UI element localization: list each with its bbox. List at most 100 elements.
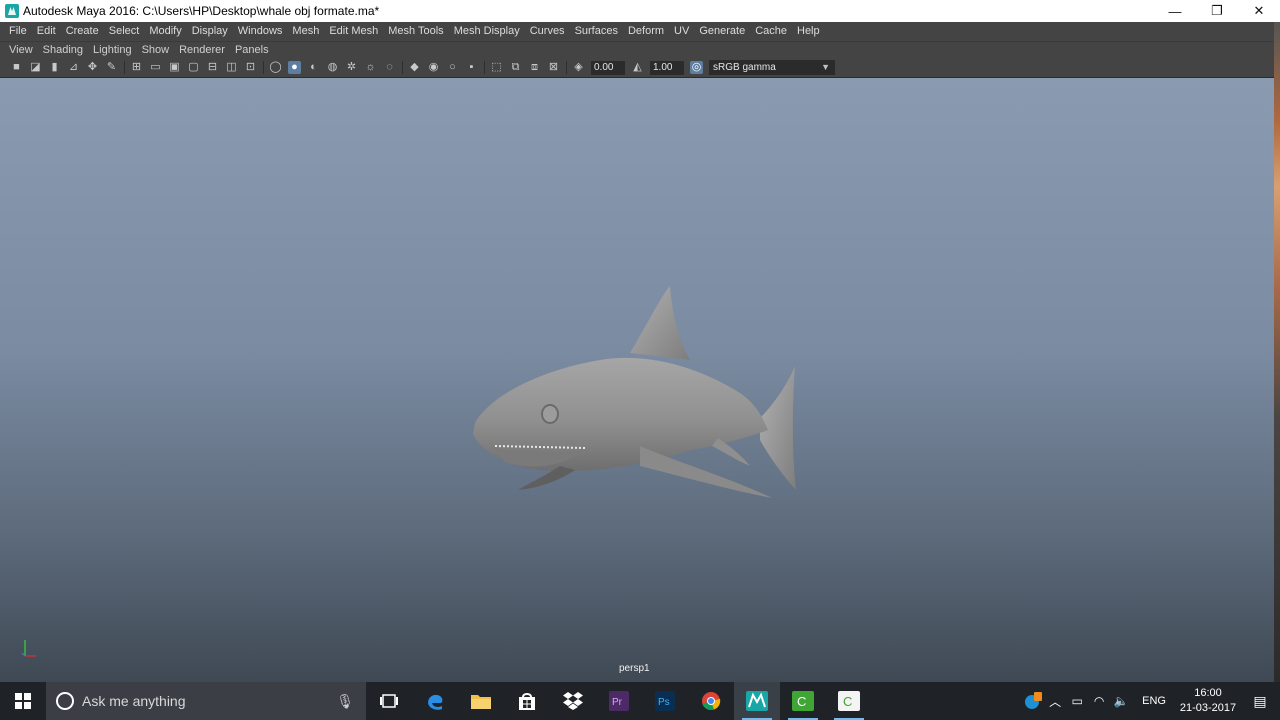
wireframe-on-shaded-icon[interactable]: ◐: [307, 61, 320, 74]
svg-text:Pr: Pr: [612, 697, 623, 708]
taskbar-camtasia[interactable]: C: [780, 682, 826, 720]
chevron-down-icon: ▼: [821, 62, 830, 72]
gate-mask-icon[interactable]: ▢: [187, 61, 200, 74]
menu-mesh[interactable]: Mesh: [287, 22, 324, 41]
microphone-icon[interactable]: 🎙: [336, 693, 354, 710]
perspective-viewport[interactable]: persp1: [0, 78, 1274, 682]
panel-menu-shading[interactable]: Shading: [38, 42, 88, 58]
exposure-field[interactable]: 0.00: [591, 60, 625, 75]
taskbar-photoshop[interactable]: Ps: [642, 682, 688, 720]
menu-modify[interactable]: Modify: [144, 22, 186, 41]
wifi-icon[interactable]: ◠: [1088, 682, 1110, 720]
menu-generate[interactable]: Generate: [694, 22, 750, 41]
volume-icon[interactable]: 🔈: [1110, 682, 1132, 720]
panel-menu-lighting[interactable]: Lighting: [88, 42, 137, 58]
taskbar-store[interactable]: [504, 682, 550, 720]
start-button[interactable]: [0, 682, 46, 720]
xray-components-icon[interactable]: ▪: [465, 61, 478, 74]
backface-culling-icon[interactable]: ⧈: [528, 61, 541, 74]
taskbar-premiere[interactable]: Pr: [596, 682, 642, 720]
menu-select[interactable]: Select: [104, 22, 145, 41]
close-button[interactable]: ✕: [1238, 0, 1280, 22]
film-gate-icon[interactable]: ▭: [149, 61, 162, 74]
minimize-button[interactable]: —: [1154, 0, 1196, 22]
menu-uv[interactable]: UV: [669, 22, 694, 41]
taskbar-chrome[interactable]: [688, 682, 734, 720]
safe-action-icon[interactable]: ◫: [225, 61, 238, 74]
gamma-icon[interactable]: ◭: [631, 61, 644, 74]
field-chart-icon[interactable]: ⊟: [206, 61, 219, 74]
taskbar-edge[interactable]: [412, 682, 458, 720]
color-management-icon[interactable]: ◎: [690, 61, 703, 74]
menu-cache[interactable]: Cache: [750, 22, 792, 41]
notification-badge-icon[interactable]: [1022, 682, 1044, 720]
menu-mesh-display[interactable]: Mesh Display: [449, 22, 525, 41]
axis-gizmo: [21, 640, 36, 657]
menu-mesh-tools[interactable]: Mesh Tools: [383, 22, 448, 41]
clock[interactable]: 16:00 21-03-2017: [1176, 686, 1240, 716]
panel-menu-renderer[interactable]: Renderer: [174, 42, 230, 58]
menu-file[interactable]: File: [4, 22, 32, 41]
taskbar-camtasia-recorder[interactable]: C: [826, 682, 872, 720]
gamma-field[interactable]: 1.00: [650, 60, 684, 75]
cortana-search-box[interactable]: Ask me anything 🎙: [46, 682, 366, 720]
windows-logo-icon: [15, 693, 31, 709]
menu-curves[interactable]: Curves: [525, 22, 570, 41]
task-view-button[interactable]: [366, 682, 412, 720]
shadows-icon[interactable]: ☼: [364, 61, 377, 74]
grid-icon[interactable]: ⊞: [130, 61, 143, 74]
action-center-icon[interactable]: ▤: [1240, 682, 1280, 720]
smooth-shade-icon[interactable]: ●: [288, 61, 301, 74]
maya-window: Autodesk Maya 2016: C:\Users\HP\Desktop\…: [0, 0, 1280, 720]
use-all-lights-icon[interactable]: ✲: [345, 61, 358, 74]
edge-icon: [428, 694, 443, 710]
pencil-icon[interactable]: ✎: [105, 61, 118, 74]
restore-button[interactable]: ❐: [1196, 0, 1238, 22]
clock-date: 21-03-2017: [1179, 702, 1237, 714]
dorsal-fin: [630, 286, 690, 360]
taskbar-file-explorer[interactable]: [458, 682, 504, 720]
camtasia-recorder-icon: C: [838, 691, 860, 711]
exposure-icon[interactable]: ◈: [572, 61, 585, 74]
menu-create[interactable]: Create: [61, 22, 104, 41]
grease-pencil-icon[interactable]: ✥: [86, 61, 99, 74]
safe-title-icon[interactable]: ⊡: [244, 61, 257, 74]
xray-joints-icon[interactable]: ○: [446, 61, 459, 74]
bookmark-icon[interactable]: ▮: [48, 61, 61, 74]
view-transform-dropdown[interactable]: sRGB gamma ▼: [709, 60, 835, 75]
search-placeholder: Ask me anything: [82, 693, 186, 709]
menu-edit[interactable]: Edit: [32, 22, 61, 41]
isolate-select-icon[interactable]: ◆: [408, 61, 421, 74]
shark-model: [473, 286, 796, 498]
two-sided-lighting-icon[interactable]: ⧉: [509, 61, 522, 74]
panel-menu-view[interactable]: View: [4, 42, 38, 58]
panel-menu-panels[interactable]: Panels: [230, 42, 274, 58]
menu-display[interactable]: Display: [187, 22, 233, 41]
menu-surfaces[interactable]: Surfaces: [570, 22, 623, 41]
select-icon[interactable]: ⬚: [490, 61, 503, 74]
image-plane-icon[interactable]: ⊿: [67, 61, 80, 74]
menu-deform[interactable]: Deform: [623, 22, 669, 41]
resolution-gate-icon[interactable]: ▣: [168, 61, 181, 74]
menu-edit-mesh[interactable]: Edit Mesh: [324, 22, 383, 41]
textured-icon[interactable]: ◍: [326, 61, 339, 74]
panel-toolbar: ■ ◪ ▮ ⊿ ✥ ✎ ⊞ ▭ ▣ ▢ ⊟ ◫ ⊡ ◯ ● ◐ ◍ ✲ ☼ ◌ …: [0, 58, 1274, 78]
wireframe-icon[interactable]: ◯: [269, 61, 282, 74]
panel-menu-show[interactable]: Show: [137, 42, 175, 58]
camera-attributes-icon[interactable]: ◪: [29, 61, 42, 74]
language-indicator[interactable]: ENG: [1132, 695, 1176, 707]
xray-icon[interactable]: ◉: [427, 61, 440, 74]
taskbar-maya[interactable]: [734, 682, 780, 720]
menu-help[interactable]: Help: [792, 22, 825, 41]
panel-menu-bar: View Shading Lighting Show Renderer Pane…: [0, 41, 1274, 58]
select-camera-icon[interactable]: ■: [10, 61, 23, 74]
ambient-occlusion-icon[interactable]: ◌: [383, 61, 396, 74]
svg-text:C: C: [843, 694, 852, 709]
frame-icon[interactable]: ⊠: [547, 61, 560, 74]
folder-icon: [471, 695, 491, 709]
battery-icon[interactable]: ▭: [1066, 682, 1088, 720]
taskbar-dropbox[interactable]: [550, 682, 596, 720]
menu-windows[interactable]: Windows: [233, 22, 288, 41]
show-hidden-icons-icon[interactable]: ︿: [1044, 682, 1066, 720]
svg-text:Ps: Ps: [658, 697, 670, 708]
